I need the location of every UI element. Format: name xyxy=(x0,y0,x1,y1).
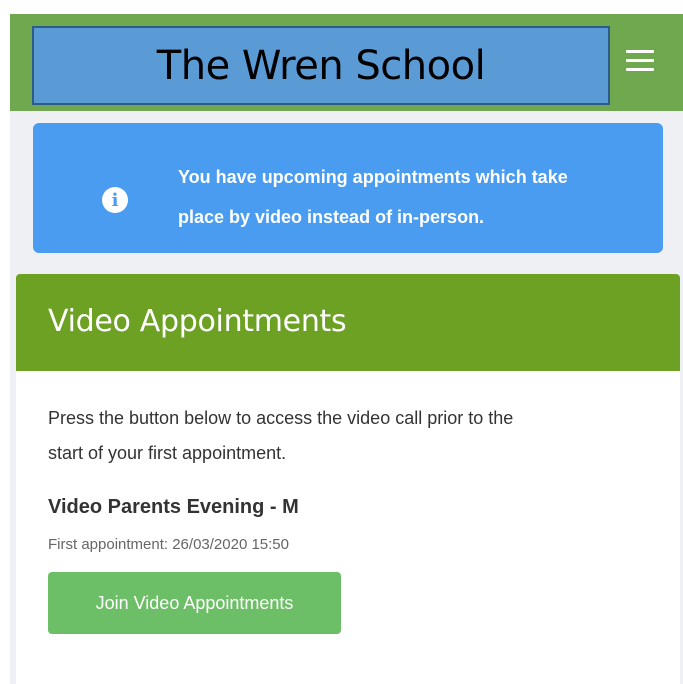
main-content: i You have upcoming appointments which t… xyxy=(10,111,683,684)
hamburger-menu-icon[interactable] xyxy=(626,50,654,72)
first-appointment-time: First appointment: 26/03/2020 15:50 xyxy=(48,536,289,553)
alert-line-1: You have upcoming appointments which tak… xyxy=(178,167,568,187)
card-title: Video Appointments xyxy=(48,304,347,339)
join-video-appointments-button[interactable]: Join Video Appointments xyxy=(48,572,341,634)
card-header: Video Appointments xyxy=(16,274,680,371)
top-header: The Wren School xyxy=(10,14,683,111)
card-description: Press the button below to access the vid… xyxy=(48,401,648,471)
school-logo-box[interactable]: The Wren School xyxy=(32,26,610,105)
school-name: The Wren School xyxy=(156,42,486,89)
event-title: Video Parents Evening - M xyxy=(48,496,299,518)
info-icon: i xyxy=(102,187,128,213)
page: The Wren School i You have upcoming appo… xyxy=(0,0,683,684)
alert-message: You have upcoming appointments which tak… xyxy=(178,157,648,237)
alert-line-2: place by video instead of in-person. xyxy=(178,207,485,227)
description-line-1: Press the button below to access the vid… xyxy=(48,408,514,428)
video-appointments-alert: i You have upcoming appointments which t… xyxy=(33,123,663,253)
description-line-2: start of your first appointment. xyxy=(48,443,287,463)
video-appointments-card: Video Appointments Press the button belo… xyxy=(16,274,680,684)
